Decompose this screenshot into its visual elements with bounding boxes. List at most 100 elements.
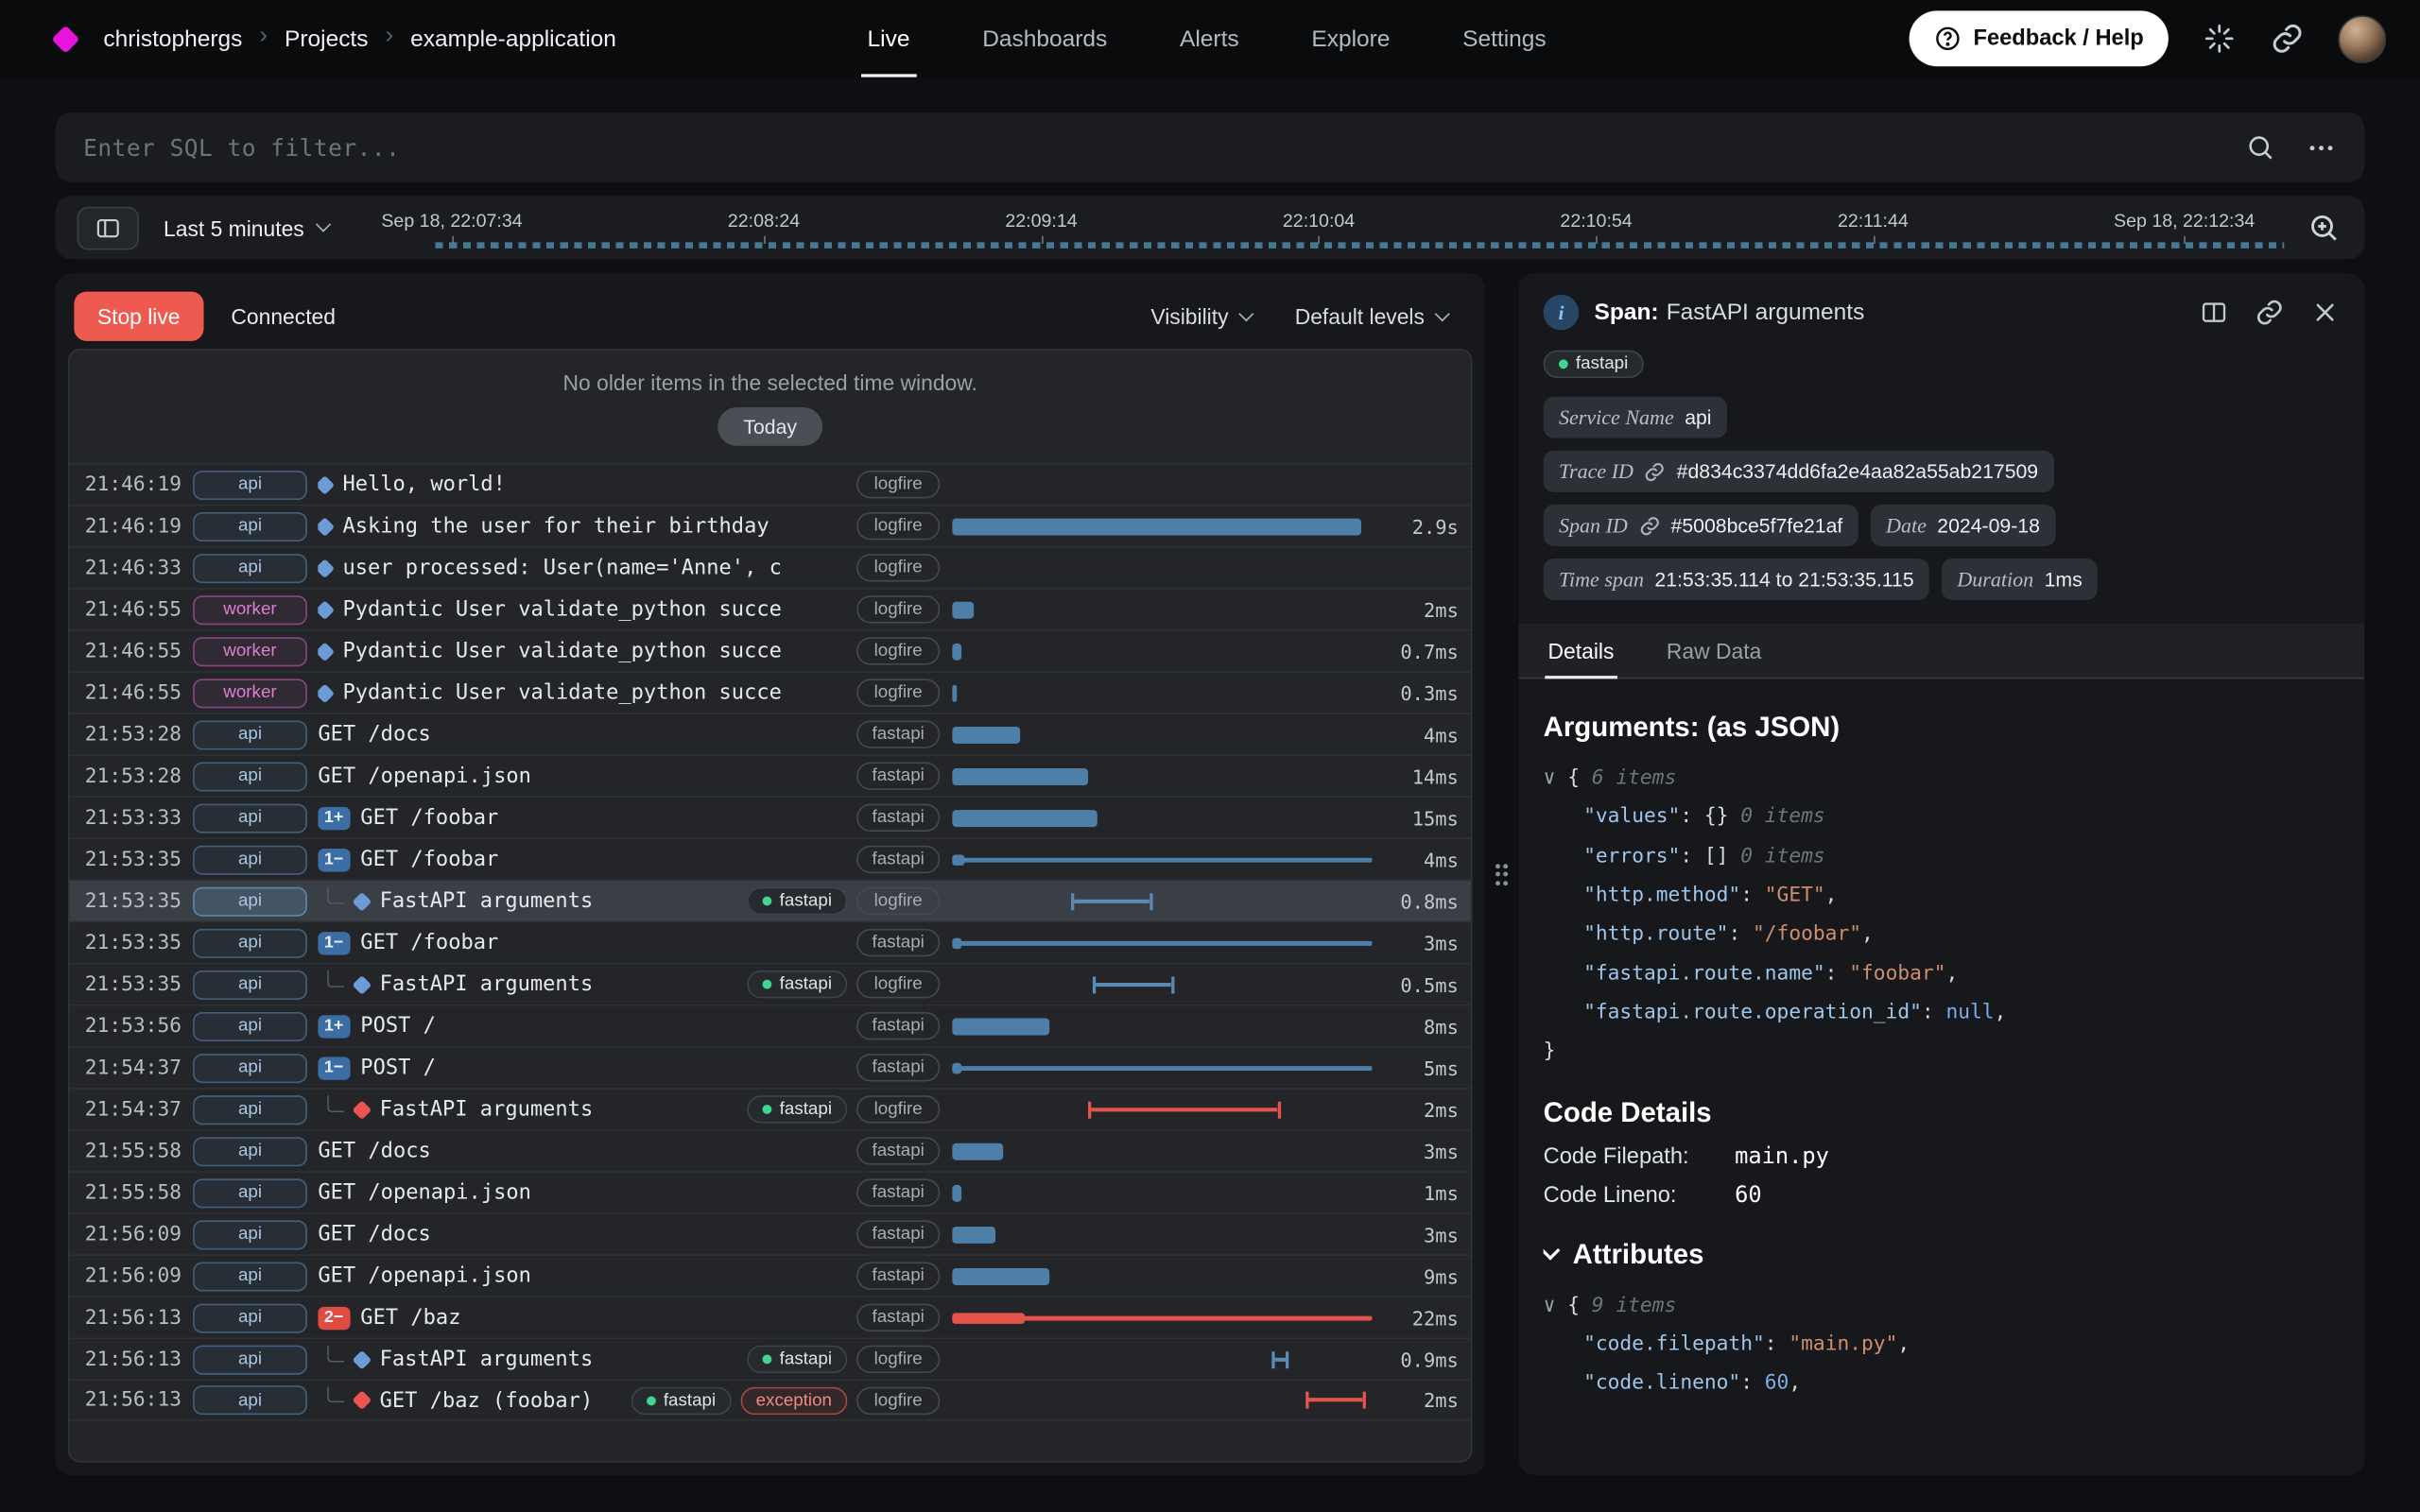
question-circle-icon <box>1933 25 1961 52</box>
duration-track <box>952 880 1378 921</box>
json-p: : [] <box>1680 845 1740 868</box>
close-icon[interactable] <box>2310 298 2340 327</box>
time-range-select[interactable]: Last 5 minutes <box>164 215 329 240</box>
visibility-dropdown[interactable]: Visibility <box>1150 304 1252 329</box>
tab-alerts[interactable]: Alerts <box>1180 0 1239 77</box>
link-icon[interactable] <box>1638 514 1660 536</box>
trace-row[interactable]: 21:53:33api1+GET /foobarfastapi15ms <box>69 796 1470 837</box>
row-message: Asking the user for their birthday <box>342 514 769 539</box>
trace-row[interactable]: 21:46:55workerPydantic User validate_pyt… <box>69 588 1470 629</box>
more-options-icon[interactable] <box>2306 132 2337 163</box>
tree-toggle-badge[interactable]: 1− <box>318 848 350 870</box>
row-message: GET /docs <box>318 1139 430 1163</box>
code-details: Code Filepath: main.py Code Lineno: 60 <box>1544 1144 2340 1208</box>
trace-row[interactable]: 21:53:28apiGET /openapi.jsonfastapi14ms <box>69 754 1470 796</box>
search-icon[interactable] <box>2246 132 2275 162</box>
panel-splitter[interactable] <box>1485 273 1519 1475</box>
logfire-logo-icon[interactable] <box>51 25 79 53</box>
metadata-row: Span ID#5008bce5f7fe21afDate2024-09-18 <box>1544 505 2340 546</box>
sidebar-toggle-button[interactable] <box>78 206 139 249</box>
row-content: user processed: User(name='Anne', c <box>318 556 847 580</box>
trace-row[interactable]: 21:46:55workerPydantic User validate_pyt… <box>69 629 1470 671</box>
default-levels-dropdown[interactable]: Default levels <box>1295 304 1448 329</box>
info-diamond-icon <box>352 974 372 994</box>
info-icon: i <box>1544 295 1580 331</box>
trace-row[interactable]: 21:54:37api1−POST /fastapi5ms <box>69 1046 1470 1088</box>
attributes-heading-text: Attributes <box>1573 1239 1704 1271</box>
trace-row[interactable]: 21:53:35apiFastAPI argumentsfastapilogfi… <box>69 880 1470 921</box>
row-content: GET /baz (foobar)fastapiexception <box>318 1386 847 1414</box>
row-timestamp: 21:56:09 <box>85 1264 182 1287</box>
trace-row[interactable]: 21:53:56api1+POST /fastapi8ms <box>69 1005 1470 1046</box>
trace-row[interactable]: 21:56:09apiGET /openapi.jsonfastapi9ms <box>69 1254 1470 1296</box>
tab-live[interactable]: Live <box>868 0 910 77</box>
arguments-json: ∨ { 6 items"values": {} 0 items"errors":… <box>1544 759 2340 1072</box>
trace-row[interactable]: 21:55:58apiGET /docsfastapi3ms <box>69 1129 1470 1171</box>
nav-right: Feedback / Help <box>1909 10 2386 66</box>
tree-toggle-badge[interactable]: 1− <box>318 1057 350 1079</box>
trace-row[interactable]: 21:53:35apiFastAPI argumentsfastapilogfi… <box>69 963 1470 1005</box>
tab-settings[interactable]: Settings <box>1462 0 1546 77</box>
row-timestamp: 21:46:55 <box>85 598 182 621</box>
trace-row[interactable]: 21:56:13apiFastAPI argumentsfastapilogfi… <box>69 1338 1470 1380</box>
tab-details[interactable]: Details <box>1545 624 1616 678</box>
breadcrumb-org[interactable]: christophergs <box>103 26 242 52</box>
duration-track <box>952 964 1378 1005</box>
breadcrumb-projects[interactable]: Projects <box>285 26 368 52</box>
trace-row[interactable]: 21:55:58apiGET /openapi.jsonfastapi1ms <box>69 1171 1470 1212</box>
trace-row[interactable]: 21:53:35api1−GET /foobarfastapi4ms <box>69 838 1470 880</box>
tab-dashboards[interactable]: Dashboards <box>982 0 1107 77</box>
link-icon[interactable] <box>2255 298 2284 327</box>
link-icon[interactable] <box>1644 460 1666 482</box>
span-duration-bar <box>952 1184 960 1201</box>
breadcrumb: christophergs › Projects › example-appli… <box>103 26 616 52</box>
trace-row[interactable]: 21:46:55workerPydantic User validate_pyt… <box>69 671 1470 713</box>
feedback-help-button[interactable]: Feedback / Help <box>1909 10 2169 66</box>
tab-explore[interactable]: Explore <box>1311 0 1390 77</box>
duration-track <box>952 797 1378 838</box>
sidebar-layout-icon <box>95 214 122 241</box>
row-message: Pydantic User validate_python succe <box>342 639 781 663</box>
today-button[interactable]: Today <box>717 407 823 446</box>
trace-row[interactable]: 21:46:19apiAsking the user for their bir… <box>69 505 1470 546</box>
trace-row[interactable]: 21:56:13apiGET /baz (foobar)fastapiexcep… <box>69 1380 1470 1421</box>
row-timestamp: 21:56:13 <box>85 1388 182 1411</box>
json-line: ∨ { 6 items <box>1544 759 2340 798</box>
user-avatar[interactable] <box>2338 15 2386 63</box>
sql-filter-bar[interactable]: Enter SQL to filter... <box>56 112 2364 181</box>
timeline[interactable]: Sep 18, 22:07:3422:08:2422:09:1422:10:04… <box>381 209 2255 231</box>
stop-live-button[interactable]: Stop live <box>74 292 203 341</box>
trace-row[interactable]: 21:56:09apiGET /docsfastapi3ms <box>69 1212 1470 1254</box>
sql-filter-input[interactable]: Enter SQL to filter... <box>83 133 400 161</box>
json-k: "fastapi.route.name" <box>1583 962 1825 985</box>
columns-icon[interactable] <box>2200 298 2229 327</box>
fastapi-tag[interactable]: fastapi <box>1544 351 1644 378</box>
tree-toggle-badge[interactable]: 2− <box>318 1306 350 1329</box>
trace-row[interactable]: 21:46:33apiuser processed: User(name='An… <box>69 546 1470 588</box>
sparkle-icon[interactable] <box>2203 22 2237 56</box>
trace-row[interactable]: 21:46:19apiHello, world!logfire <box>69 463 1470 505</box>
tree-toggle-badge[interactable]: 1+ <box>318 1014 350 1037</box>
service-tag-api: api <box>193 1178 307 1208</box>
scope-tag: logfire <box>856 887 940 915</box>
row-timestamp: 21:53:35 <box>85 972 182 995</box>
link-icon[interactable] <box>2271 22 2305 56</box>
chevron-down-icon <box>1435 306 1450 321</box>
tree-toggle-badge[interactable]: 1+ <box>318 806 350 829</box>
zoom-in-icon[interactable] <box>2308 212 2340 244</box>
tree-toggle-badge[interactable]: 1− <box>318 931 350 954</box>
scope-tag: logfire <box>856 971 940 998</box>
trace-row[interactable]: 21:54:37apiFastAPI argumentsfastapilogfi… <box>69 1088 1470 1129</box>
chevron-right-icon: › <box>259 23 268 50</box>
breadcrumb-project[interactable]: example-application <box>410 26 616 52</box>
attributes-heading[interactable]: Attributes <box>1544 1239 2340 1271</box>
tab-raw-data[interactable]: Raw Data <box>1664 624 1765 678</box>
service-tag-api: api <box>193 970 307 999</box>
live-view-controls: Visibility Default levels <box>1150 304 1466 329</box>
row-timestamp: 21:53:28 <box>85 765 182 787</box>
span-duration-bar <box>952 726 1020 743</box>
trace-row[interactable]: 21:53:28apiGET /docsfastapi4ms <box>69 713 1470 754</box>
trace-row[interactable]: 21:56:13api2−GET /bazfastapi22ms <box>69 1296 1470 1337</box>
trace-row[interactable]: 21:53:35api1−GET /foobarfastapi3ms <box>69 921 1470 963</box>
meta-date: Date2024-09-18 <box>1871 505 2056 546</box>
